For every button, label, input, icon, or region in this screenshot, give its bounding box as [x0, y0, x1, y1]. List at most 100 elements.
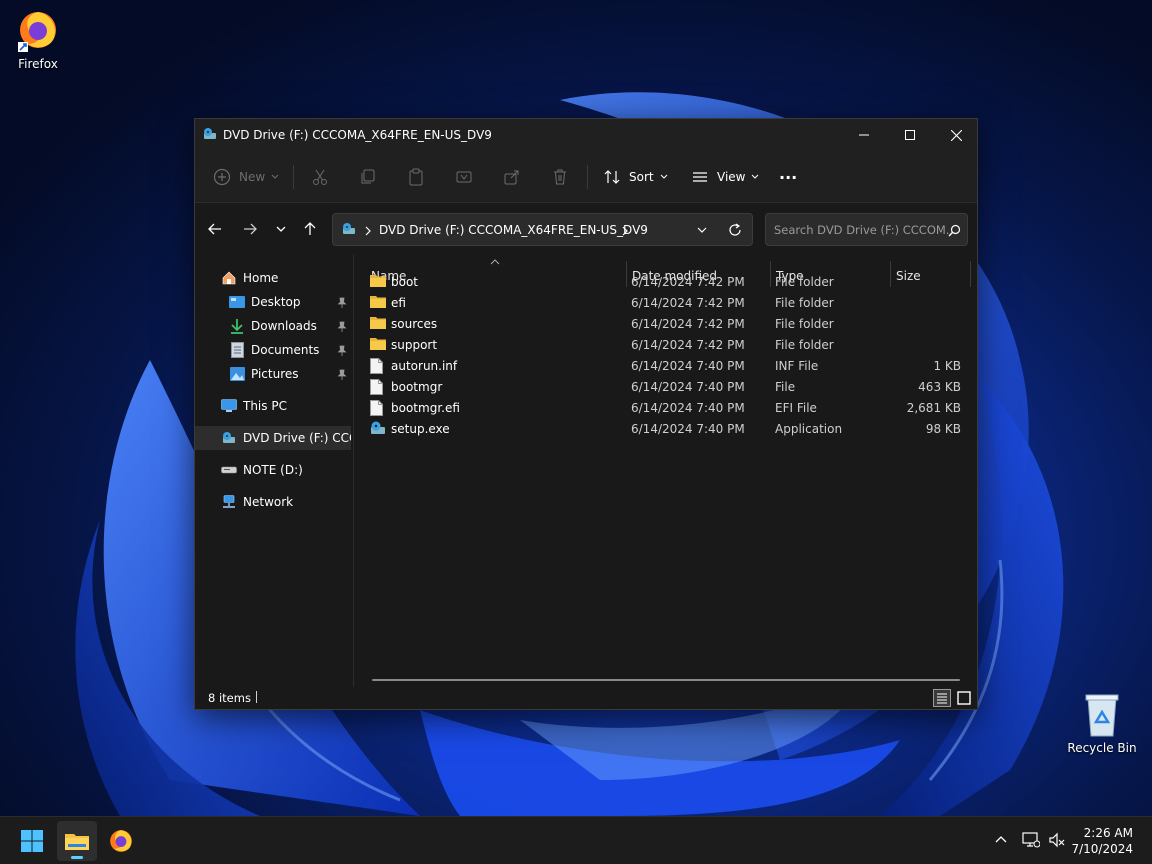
- network-icon: [221, 494, 237, 510]
- more-options-label: ···: [779, 167, 798, 187]
- arrow-up-icon: [304, 222, 316, 235]
- file-row[interactable]: efi 6/14/2024 7:42 PM File folder: [370, 293, 966, 314]
- setup-icon: [370, 421, 386, 437]
- sidebar-item-network[interactable]: Network: [195, 490, 351, 514]
- delete-button[interactable]: [551, 163, 569, 191]
- file-date: 6/14/2024 7:40 PM: [631, 401, 745, 415]
- pin-icon[interactable]: [337, 297, 347, 309]
- search-icon[interactable]: [948, 224, 961, 237]
- file-row[interactable]: bootmgr 6/14/2024 7:40 PM File 463 KB: [370, 377, 966, 398]
- file-row[interactable]: support 6/14/2024 7:42 PM File folder: [370, 335, 966, 356]
- sidebar-item-pictures[interactable]: Pictures: [195, 362, 351, 386]
- address-bar[interactable]: DVD Drive (F:) CCCOMA_X64FRE_EN-US_DV9: [332, 213, 753, 246]
- plus-circle-icon: [213, 168, 231, 186]
- chevron-down-icon[interactable]: [697, 226, 707, 234]
- item-count: 8 items: [208, 691, 251, 705]
- taskbar: 2:26 AM 7/10/2024: [0, 816, 1152, 864]
- up-button[interactable]: [298, 217, 322, 241]
- file-date: 6/14/2024 7:42 PM: [631, 275, 745, 289]
- file-date: 6/14/2024 7:42 PM: [631, 338, 745, 352]
- horizontal-scrollbar[interactable]: [372, 679, 960, 681]
- close-button[interactable]: [933, 119, 979, 151]
- rename-button[interactable]: [455, 163, 473, 191]
- sidebar-item-documents[interactable]: Documents: [195, 338, 351, 362]
- pin-icon[interactable]: [337, 369, 347, 381]
- sidebar-item-desktop[interactable]: Desktop: [195, 290, 351, 314]
- file-name: bootmgr: [391, 380, 443, 394]
- large-icons-view-icon: [957, 691, 971, 705]
- file-row[interactable]: sources 6/14/2024 7:42 PM File folder: [370, 314, 966, 335]
- title-bar[interactable]: DVD Drive (F:) CCCOMA_X64FRE_EN-US_DV9: [195, 119, 977, 151]
- file-row[interactable]: bootmgr.efi 6/14/2024 7:40 PM EFI File 2,68…: [370, 398, 966, 419]
- sidebar-item-label: This PC: [243, 399, 287, 413]
- sidebar-item-this-pc[interactable]: This PC: [195, 394, 351, 418]
- taskbar-file-explorer[interactable]: [57, 821, 97, 861]
- search-box[interactable]: Search DVD Drive (F:) CCCOM...: [765, 213, 968, 246]
- sort-button[interactable]: Sort: [603, 163, 668, 191]
- sidebar-item-home[interactable]: Home: [195, 266, 351, 290]
- file-row[interactable]: autorun.inf 6/14/2024 7:40 PM INF File 1 KB: [370, 356, 966, 377]
- forward-button[interactable]: [238, 217, 262, 241]
- recent-locations-button[interactable]: [269, 217, 293, 241]
- taskbar-firefox[interactable]: [101, 821, 141, 861]
- sidebar-item-dvd-drive[interactable]: DVD Drive (F:) CCCOMA_X64FRE_EN-US_DV9: [195, 426, 351, 450]
- breadcrumb[interactable]: DVD Drive (F:) CCCOMA_X64FRE_EN-US_DV9: [379, 223, 648, 237]
- sort-button-label: Sort: [629, 170, 654, 184]
- file-icon: [370, 400, 386, 416]
- column-divider[interactable]: [970, 261, 971, 287]
- computer-icon: [221, 398, 237, 414]
- show-hidden-icons-button[interactable]: [994, 833, 1010, 849]
- desktop-icon-firefox[interactable]: Firefox: [0, 6, 76, 71]
- large-icons-view-button[interactable]: [955, 689, 973, 707]
- trash-icon: [554, 169, 566, 185]
- new-button[interactable]: New: [213, 163, 279, 191]
- network-disconnected-icon: [1022, 832, 1041, 848]
- maximize-button[interactable]: [887, 119, 933, 151]
- file-date: 6/14/2024 7:40 PM: [631, 359, 745, 373]
- pin-icon[interactable]: [337, 345, 347, 357]
- file-type: File folder: [775, 275, 834, 289]
- chevron-down-icon: [752, 174, 759, 179]
- window-title: DVD Drive (F:) CCCOMA_X64FRE_EN-US_DV9: [223, 128, 492, 142]
- network-status-button[interactable]: [1022, 831, 1042, 851]
- details-view-button[interactable]: [933, 689, 951, 707]
- sidebar-item-label: Pictures: [251, 367, 299, 381]
- file-name: sources: [391, 317, 438, 331]
- paste-button[interactable]: [407, 163, 425, 191]
- refresh-icon[interactable]: [728, 223, 742, 237]
- sidebar-item-note-drive[interactable]: NOTE (D:): [195, 458, 351, 482]
- file-row[interactable]: setup.exe 6/14/2024 7:40 PM Application 98 …: [370, 419, 966, 440]
- start-button[interactable]: [12, 821, 52, 861]
- copy-button[interactable]: [359, 163, 377, 191]
- folder-icon: [370, 337, 386, 353]
- file-type: INF File: [775, 359, 819, 373]
- pin-icon[interactable]: [337, 321, 347, 333]
- firefox-icon: [18, 12, 56, 52]
- system-clock[interactable]: 2:26 AM 7/10/2024: [1071, 825, 1133, 857]
- pictures-icon: [229, 366, 245, 382]
- minimize-button[interactable]: [841, 119, 887, 151]
- view-button[interactable]: View: [691, 163, 759, 191]
- view-button-label: View: [717, 170, 746, 184]
- sidebar-item-label: Downloads: [251, 319, 317, 333]
- share-button[interactable]: [503, 163, 521, 191]
- file-type: File: [775, 380, 796, 394]
- file-type: Application: [775, 422, 843, 436]
- file-date: 6/14/2024 7:42 PM: [631, 317, 745, 331]
- file-explorer-window: DVD Drive (F:) CCCOMA_X64FRE_EN-US_DV9 N…: [194, 118, 978, 710]
- desktop-icon-recycle-bin[interactable]: Recycle Bin: [1064, 692, 1140, 755]
- close-icon: [950, 129, 962, 141]
- toolbar-divider: [293, 165, 294, 189]
- sidebar-item-downloads[interactable]: Downloads: [195, 314, 351, 338]
- sidebar-item-label: Home: [243, 271, 279, 285]
- chevron-down-icon: [660, 174, 667, 179]
- volume-button[interactable]: [1048, 831, 1068, 851]
- more-options-button[interactable]: ···: [779, 163, 797, 191]
- cut-button[interactable]: [311, 163, 329, 191]
- recycle-bin-icon: [1085, 694, 1119, 737]
- new-button-label: New: [239, 170, 266, 184]
- file-row[interactable]: boot 6/14/2024 7:42 PM File folder: [370, 272, 966, 293]
- back-button[interactable]: [203, 217, 227, 241]
- file-size: 2,681 KB: [906, 401, 961, 415]
- file-size: 1 KB: [933, 359, 961, 373]
